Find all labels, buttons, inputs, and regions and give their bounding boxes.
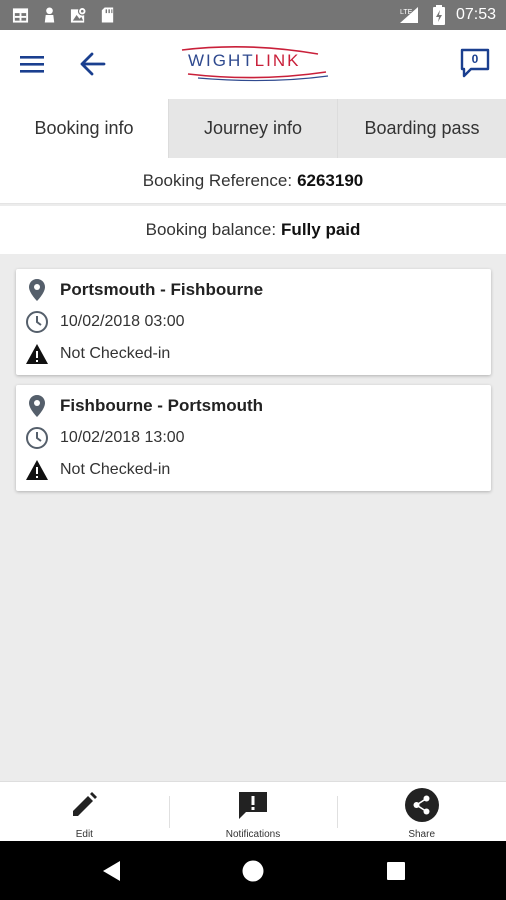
journey-card[interactable]: Fishbourne - Portsmouth 10/02/2018 13:00… bbox=[16, 385, 491, 491]
nav-home-icon[interactable] bbox=[241, 859, 265, 883]
journey-route: Fishbourne - Portsmouth bbox=[60, 396, 264, 415]
share-icon bbox=[404, 788, 439, 822]
nav-recents-icon[interactable] bbox=[384, 859, 408, 883]
journey-route: Portsmouth - Fishbourne bbox=[60, 280, 264, 299]
feedback-alert-icon bbox=[236, 788, 270, 822]
location-pin-icon bbox=[24, 278, 50, 302]
bottom-action-bar: Edit Notifications Share bbox=[0, 781, 506, 841]
journey-status-row: Not Checked-in bbox=[24, 458, 170, 482]
warning-icon bbox=[24, 342, 50, 366]
share-label: Share bbox=[408, 829, 436, 840]
notifications-button[interactable]: Notifications bbox=[168, 782, 338, 841]
booking-balance-value: Fully paid bbox=[281, 220, 361, 239]
logo-text-link: LINK bbox=[254, 51, 301, 70]
tab-boarding-pass[interactable]: Boarding pass bbox=[337, 99, 506, 158]
journey-route-row: Portsmouth - Fishbourne bbox=[24, 278, 263, 302]
journey-status: Not Checked-in bbox=[60, 461, 171, 478]
pencil-icon bbox=[67, 788, 101, 822]
journey-datetime: 10/02/2018 03:00 bbox=[60, 313, 185, 330]
clock-icon bbox=[24, 426, 50, 450]
journey-card[interactable]: Portsmouth - Fishbourne 10/02/2018 03:00… bbox=[16, 269, 491, 375]
logo-text-wight: WIGHT bbox=[188, 51, 255, 70]
status-notification-icons bbox=[12, 6, 116, 24]
journey-route-row: Fishbourne - Portsmouth bbox=[24, 394, 263, 418]
notifications-label: Notifications bbox=[225, 829, 281, 840]
journey-datetime: 10/02/2018 13:00 bbox=[60, 429, 185, 446]
journey-datetime-row: 10/02/2018 13:00 bbox=[24, 426, 185, 450]
sd-card-icon bbox=[101, 7, 114, 23]
booking-balance-label: Booking balance: bbox=[145, 220, 277, 239]
person-notification-icon bbox=[44, 7, 55, 23]
app-bar: WIGHTLINK 0 bbox=[0, 30, 506, 99]
tab-journey-info[interactable]: Journey info bbox=[168, 99, 337, 158]
booking-reference-row: Booking Reference: 6263190 bbox=[0, 158, 506, 204]
edit-button[interactable]: Edit bbox=[0, 782, 169, 841]
message-count: 0 bbox=[471, 52, 479, 66]
clock-icon bbox=[24, 310, 50, 334]
location-pin-icon bbox=[24, 394, 50, 418]
menu-icon[interactable] bbox=[18, 52, 46, 76]
journey-status-row: Not Checked-in bbox=[24, 342, 170, 366]
status-bar: LTE 07:53 bbox=[0, 0, 506, 30]
status-time: 07:53 bbox=[455, 6, 496, 23]
map-notification-icon bbox=[70, 6, 87, 23]
wightlink-logo: WIGHTLINK bbox=[178, 44, 330, 84]
calendar-notification-icon bbox=[12, 8, 29, 23]
tab-booking-info[interactable]: Booking info bbox=[0, 99, 168, 158]
warning-icon bbox=[24, 458, 50, 482]
message-count-button[interactable]: 0 bbox=[459, 48, 491, 78]
back-arrow-icon[interactable] bbox=[78, 50, 108, 78]
booking-balance-row: Booking balance: Fully paid bbox=[0, 206, 506, 254]
nav-back-icon[interactable] bbox=[100, 859, 124, 883]
status-system-icons: LTE 07:53 bbox=[398, 5, 496, 25]
share-button[interactable]: Share bbox=[337, 782, 506, 841]
booking-reference-value: 6263190 bbox=[297, 170, 364, 190]
journey-datetime-row: 10/02/2018 03:00 bbox=[24, 310, 185, 334]
system-nav-bar bbox=[0, 841, 506, 900]
svg-text:LTE: LTE bbox=[400, 9, 413, 16]
battery-icon bbox=[432, 5, 445, 25]
edit-label: Edit bbox=[75, 829, 93, 840]
journey-status: Not Checked-in bbox=[60, 345, 171, 362]
booking-reference-label: Booking Reference: bbox=[142, 170, 293, 190]
tab-bar: Booking info Journey info Boarding pass bbox=[0, 99, 506, 158]
logo-text: WIGHTLINK bbox=[188, 51, 300, 71]
signal-icon: LTE bbox=[399, 7, 418, 23]
